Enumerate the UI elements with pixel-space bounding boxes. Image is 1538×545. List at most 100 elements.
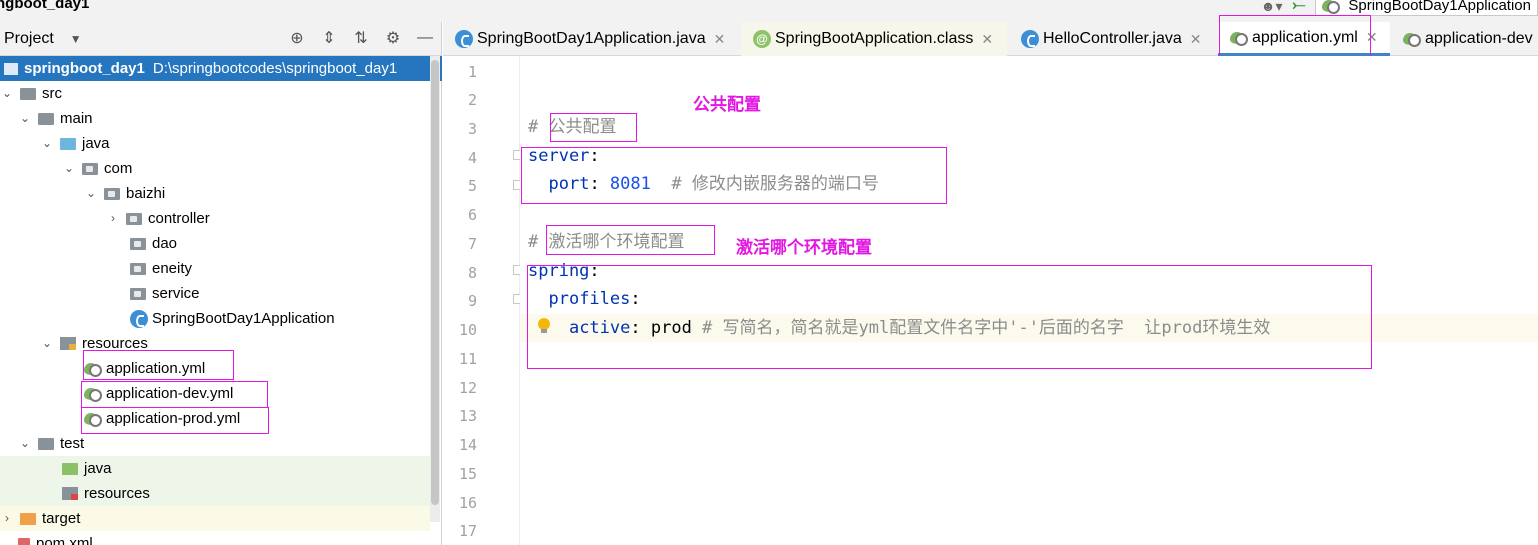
tab-springbootapplication-class[interactable]: @ SpringBootApplication.class ✕ (741, 22, 1007, 56)
tree-item-label: application-prod.yml (106, 410, 241, 427)
project-path: D:\springbootcodes\springboot_day1 (152, 60, 398, 77)
line-number: 13 (458, 407, 477, 425)
resources-folder-icon (60, 337, 76, 350)
tree-item-src[interactable]: ⌄ src (0, 81, 62, 106)
tree-item-label: dao (152, 235, 178, 252)
yml-icon (1230, 30, 1248, 46)
test-folder-icon (62, 462, 78, 475)
chevron-right-icon[interactable]: › (106, 206, 120, 231)
tree-item-java[interactable]: ⌄ java (0, 131, 110, 156)
tree-item-label: target (42, 510, 81, 527)
package-icon (130, 237, 146, 250)
tab-springbootday1application-java[interactable]: SpringBootDay1Application.java ✕ (443, 22, 739, 56)
code-line-7: # 激活哪个环境配置 (528, 232, 685, 252)
scrollbar-thumb[interactable] (431, 60, 439, 505)
locate-icon[interactable]: ⊕ (287, 28, 307, 48)
module-icon (4, 62, 18, 75)
tree-item-test-java[interactable]: java (0, 456, 430, 481)
gear-icon[interactable]: ⚙ (383, 28, 403, 48)
line-number: 17 (458, 522, 477, 540)
close-icon[interactable]: ✕ (714, 31, 726, 48)
close-icon[interactable]: ✕ (1366, 29, 1378, 46)
spring-class-icon (130, 309, 148, 328)
folder-icon (38, 437, 54, 450)
tab-hellocontroller-java[interactable]: HelloController.java ✕ (1009, 22, 1217, 56)
chevron-down-icon[interactable]: ⌄ (18, 106, 32, 131)
line-number: 7 (467, 235, 477, 253)
run-config-selector[interactable]: SpringBootDay1Application (1315, 0, 1538, 16)
tree-item-label: src (42, 85, 62, 102)
tree-item-test-resources[interactable]: resources (0, 481, 430, 506)
tree-item-baizhi[interactable]: ⌄ baizhi (0, 181, 165, 206)
tree-item-label: main (60, 110, 93, 127)
tab-label: SpringBootDay1Application.java (477, 30, 706, 47)
collapse-all-icon[interactable]: ⇅ (351, 28, 371, 48)
code-line-9: profiles: (548, 289, 641, 309)
chevron-down-icon[interactable]: ⌄ (40, 131, 54, 156)
project-scrollbar[interactable] (430, 56, 440, 522)
tab-label: SpringBootApplication.class (775, 30, 974, 47)
line-number: 14 (458, 436, 477, 454)
line-number: 15 (458, 465, 477, 483)
tree-item-label: pom.xml (36, 535, 93, 545)
run-config-label: SpringBootDay1Application (1348, 0, 1531, 14)
line-number: 6 (467, 206, 477, 224)
chevron-down-icon[interactable]: ⌄ (0, 81, 14, 106)
project-panel-title[interactable]: Project (4, 30, 54, 48)
tab-label: application.yml (1252, 28, 1358, 46)
tree-item-label: baizhi (126, 185, 166, 202)
package-icon (130, 262, 146, 275)
close-icon[interactable]: ✕ (981, 31, 993, 48)
tree-item-main[interactable]: ⌄ main (0, 106, 93, 131)
chevron-down-icon[interactable]: ⌄ (84, 181, 98, 206)
tree-item-app-class[interactable]: SpringBootDay1Application (0, 306, 335, 331)
line-number: 11 (458, 350, 477, 368)
tree-item-target[interactable]: › target (0, 506, 430, 531)
tree-item-label: application-dev.yml (106, 385, 234, 402)
tree-item-application-prod-yml[interactable]: application-prod.yml (0, 406, 240, 431)
tree-item-label: resources (84, 485, 150, 502)
title-bar: ngboot_day1 ☻▾ ⤚ SpringBootDay1Applicati… (0, 0, 1538, 22)
tree-item-project-root[interactable]: springboot_day1 D:\springbootcodes\sprin… (0, 56, 442, 81)
close-icon[interactable]: ✕ (1190, 31, 1202, 48)
chevron-right-icon[interactable]: › (0, 506, 14, 531)
tree-item-label: com (104, 160, 133, 177)
yml-icon (84, 411, 102, 427)
tree-item-dao[interactable]: dao (0, 231, 177, 256)
expand-all-icon[interactable]: ⇕ (319, 28, 339, 48)
tree-item-com[interactable]: ⌄ com (0, 156, 132, 181)
code-line-10: active: prod # 写简名，简名就是yml配置文件名字中'-'后面的名… (568, 318, 1271, 338)
folder-icon (20, 512, 36, 525)
class-icon (1021, 30, 1039, 48)
tree-item-test[interactable]: ⌄ test (0, 431, 84, 456)
breadcrumb[interactable]: ngboot_day1 (0, 0, 89, 12)
tree-item-resources[interactable]: ⌄ resources (0, 331, 148, 356)
chevron-down-icon[interactable]: ⌄ (62, 156, 76, 181)
tab-application-yml[interactable]: application.yml ✕ (1218, 22, 1390, 56)
tree-item-service[interactable]: service (0, 281, 200, 306)
code-line-5: port: 8081 # 修改内嵌服务器的端口号 (548, 174, 879, 194)
tree-item-eneity[interactable]: eneity (0, 256, 192, 281)
build-hammer-icon[interactable]: ⤚ (1293, 0, 1306, 15)
code-editor[interactable]: # 公共配置 server: port: 8081 # 修改内嵌服务器的端口号 … (520, 56, 1538, 545)
chevron-down-icon[interactable]: ⌄ (40, 331, 54, 356)
editor-tab-bar: SpringBootDay1Application.java ✕ @ Sprin… (443, 22, 1538, 56)
tree-item-pom[interactable]: pom.xml (0, 531, 93, 545)
hide-icon[interactable]: — (415, 28, 435, 48)
tree-item-controller[interactable]: › controller (0, 206, 210, 231)
source-folder-icon (60, 137, 76, 150)
line-number: 12 (458, 379, 477, 397)
line-number: 10 (458, 321, 477, 339)
line-number: 4 (467, 149, 477, 167)
line-number: 5 (467, 177, 477, 195)
chevron-down-icon[interactable]: ▼ (70, 32, 82, 46)
tree-item-application-dev-yml[interactable]: application-dev.yml (0, 381, 233, 406)
folder-icon (38, 112, 54, 125)
tab-application-dev[interactable]: application-dev (1391, 22, 1538, 56)
tree-item-application-yml[interactable]: application.yml (0, 356, 205, 381)
user-icon[interactable]: ☻▾ (1261, 0, 1283, 15)
package-icon (82, 162, 98, 175)
tree-item-label: controller (148, 210, 210, 227)
chevron-down-icon[interactable]: ⌄ (18, 431, 32, 456)
yml-icon (84, 386, 102, 402)
